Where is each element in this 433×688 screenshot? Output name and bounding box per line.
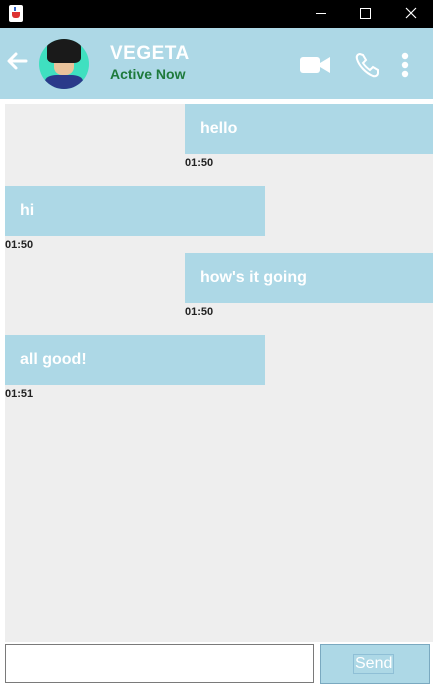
- send-button-label: Send: [353, 654, 395, 674]
- message-list[interactable]: hello 01:50 hi 01:50 how's it going 01:5…: [5, 104, 433, 642]
- close-icon[interactable]: [388, 0, 433, 28]
- message-input[interactable]: [5, 644, 314, 683]
- chat-header: VEGETA Active Now: [0, 28, 433, 99]
- window-titlebar: [0, 0, 433, 28]
- message-bubble-sent: hello: [185, 104, 433, 154]
- message-timestamp: 01:50: [185, 306, 214, 318]
- message-bubble-sent: how's it going: [185, 253, 433, 303]
- minimize-icon[interactable]: [298, 0, 344, 28]
- send-button[interactable]: Send: [320, 644, 430, 684]
- contact-name: VEGETA: [110, 43, 190, 64]
- message-timestamp: 01:51: [5, 388, 34, 400]
- message-timestamp: 01:50: [185, 157, 214, 169]
- more-options-icon[interactable]: [401, 52, 409, 78]
- message-bubble-received: all good!: [5, 335, 265, 385]
- java-app-icon: [9, 5, 23, 22]
- message-bubble-received: hi: [5, 186, 265, 236]
- avatar: [39, 39, 89, 89]
- back-arrow-icon[interactable]: [6, 50, 28, 72]
- video-call-icon[interactable]: [299, 55, 331, 75]
- message-timestamp: 01:50: [5, 239, 34, 251]
- maximize-icon[interactable]: [342, 0, 388, 28]
- status-text: Active Now: [110, 66, 186, 82]
- phone-icon[interactable]: [354, 51, 382, 79]
